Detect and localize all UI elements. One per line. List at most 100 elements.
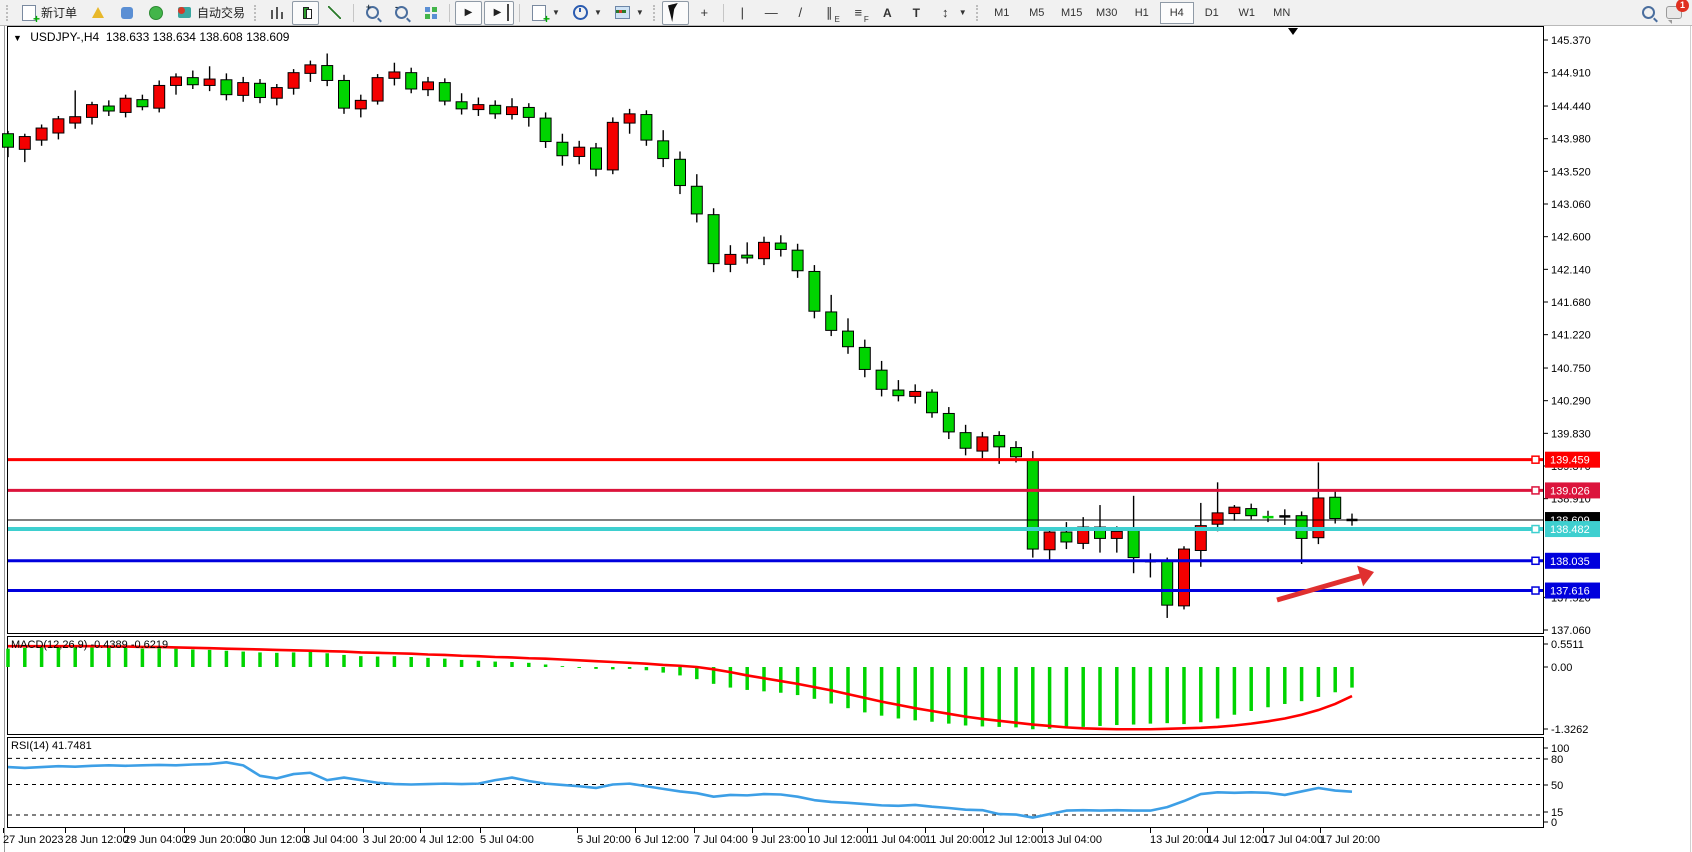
depth-button[interactable] [84,1,111,25]
price-tick-label: 142.600 [1551,232,1591,244]
symbol-period-label: USDJPY-,H4 [30,30,99,44]
indicators-button[interactable]: ▼ [525,1,565,25]
trendline-button[interactable]: / [787,1,814,25]
timeframe-m15[interactable]: M15 [1055,2,1089,24]
candle-body [204,79,215,85]
autotrading-button[interactable]: 自动交易 [171,1,250,25]
candle-body [238,83,249,96]
candle-body [876,370,887,389]
separator [519,4,520,22]
text-label-button[interactable]: T [903,1,930,25]
data-window-button[interactable] [113,1,140,25]
candle-body [372,78,383,101]
candle-body [1313,498,1324,538]
timeframe-h1[interactable]: H1 [1125,2,1159,24]
periods-button[interactable]: ▼ [567,1,607,25]
candle-body [775,243,786,249]
price-line-handle[interactable] [1532,487,1539,494]
auto-scroll-button[interactable]: ▶ [455,1,482,25]
date-label: 3 Jul 20:00 [363,834,417,846]
date-label: 27 Jun 2023 [3,834,64,846]
candle-body [624,114,635,123]
date-label: 28 Jun 12:00 [65,834,129,846]
candle-body [1128,529,1139,557]
price-tick-label: 144.440 [1551,101,1591,113]
notification-badge: 1 [1676,0,1689,12]
candle-body [423,82,434,90]
price-line-badge-label: 138.482 [1550,524,1590,536]
search-icon[interactable] [1640,4,1657,21]
zoom-in-icon: + [364,4,381,21]
candle-body [53,119,64,133]
cursor-button[interactable] [662,1,689,25]
timeframe-w1[interactable]: W1 [1230,2,1264,24]
candle-body [943,413,954,431]
candle-body [36,128,47,140]
candle-body [607,122,618,170]
zoom-out-button[interactable]: - [388,1,415,25]
date-label: 5 Jul 04:00 [480,834,534,846]
rsi-tick-label: 0 [1551,817,1557,829]
candle-body [439,83,450,101]
candle-body [171,77,182,86]
text-icon: A [879,4,896,21]
candle-body [725,254,736,264]
signal-button[interactable] [142,1,169,25]
price-tick-label: 142.140 [1551,264,1591,276]
candle-body [87,105,98,118]
candle-body [3,134,14,147]
horizontal-line-button[interactable]: — [758,1,785,25]
high-value: 138.634 [153,30,196,44]
separator [723,4,724,22]
candle-body [355,100,366,109]
timeframe-m30[interactable]: M30 [1090,2,1124,24]
candle-body [305,65,316,74]
price-line-badge-label: 137.616 [1550,586,1590,598]
main-panel [8,27,1544,634]
candle-body [339,80,350,108]
collapse-triangle-icon[interactable]: ▼ [13,33,22,43]
candlestick-chart-button[interactable] [292,1,319,25]
candle-body [19,137,30,150]
chart-canvas[interactable]: 145.370144.910144.440143.980143.520143.0… [0,0,1692,852]
date-label: 5 Jul 20:00 [577,834,631,846]
new-order-icon [20,4,37,21]
timeframe-d1[interactable]: D1 [1195,2,1229,24]
price-line-handle[interactable] [1532,456,1539,463]
timeframe-mn[interactable]: MN [1265,2,1299,24]
date-label: 29 Jun 20:00 [184,834,248,846]
candle-body [792,250,803,271]
toolbar-right: 1 [1640,4,1692,21]
bar-chart-button[interactable] [263,1,290,25]
vertical-line-button[interactable]: | [729,1,756,25]
candle-body [456,102,467,109]
price-line-badge-label: 139.026 [1550,485,1590,497]
channel-button[interactable]: ∥E [816,1,843,25]
chart-shift-button[interactable]: ▶ [484,1,514,25]
price-line-handle[interactable] [1532,557,1539,564]
timeframe-m1[interactable]: M1 [985,2,1019,24]
timeframe-m5[interactable]: M5 [1020,2,1054,24]
price-line-badge-label: 139.459 [1550,455,1590,467]
text-button[interactable]: A [874,1,901,25]
price-line-handle[interactable] [1532,526,1539,533]
date-label: 30 Jun 12:00 [244,834,308,846]
candle-body [843,331,854,347]
price-line-handle[interactable] [1532,587,1539,594]
timeframe-h4[interactable]: H4 [1160,2,1194,24]
tile-windows-button[interactable] [417,1,444,25]
templates-button[interactable]: ▼ [609,1,649,25]
arrows-button[interactable]: ↕▼ [932,1,972,25]
candle-body [406,73,417,89]
new-order-button[interactable]: 新订单 [15,1,82,25]
zoom-in-button[interactable]: + [359,1,386,25]
crosshair-button[interactable]: + [691,1,718,25]
candle-body [826,312,837,330]
line-chart-button[interactable] [321,1,348,25]
fibonacci-button[interactable]: ≡F [845,1,872,25]
notification-icon[interactable]: 1 [1665,4,1682,21]
date-label: 29 Jun 04:00 [124,834,188,846]
open-value: 138.633 [106,30,149,44]
macd-label: MACD(12,26,9) -0.4389 -0.6219 [11,639,168,651]
price-tick-label: 137.060 [1551,625,1591,637]
